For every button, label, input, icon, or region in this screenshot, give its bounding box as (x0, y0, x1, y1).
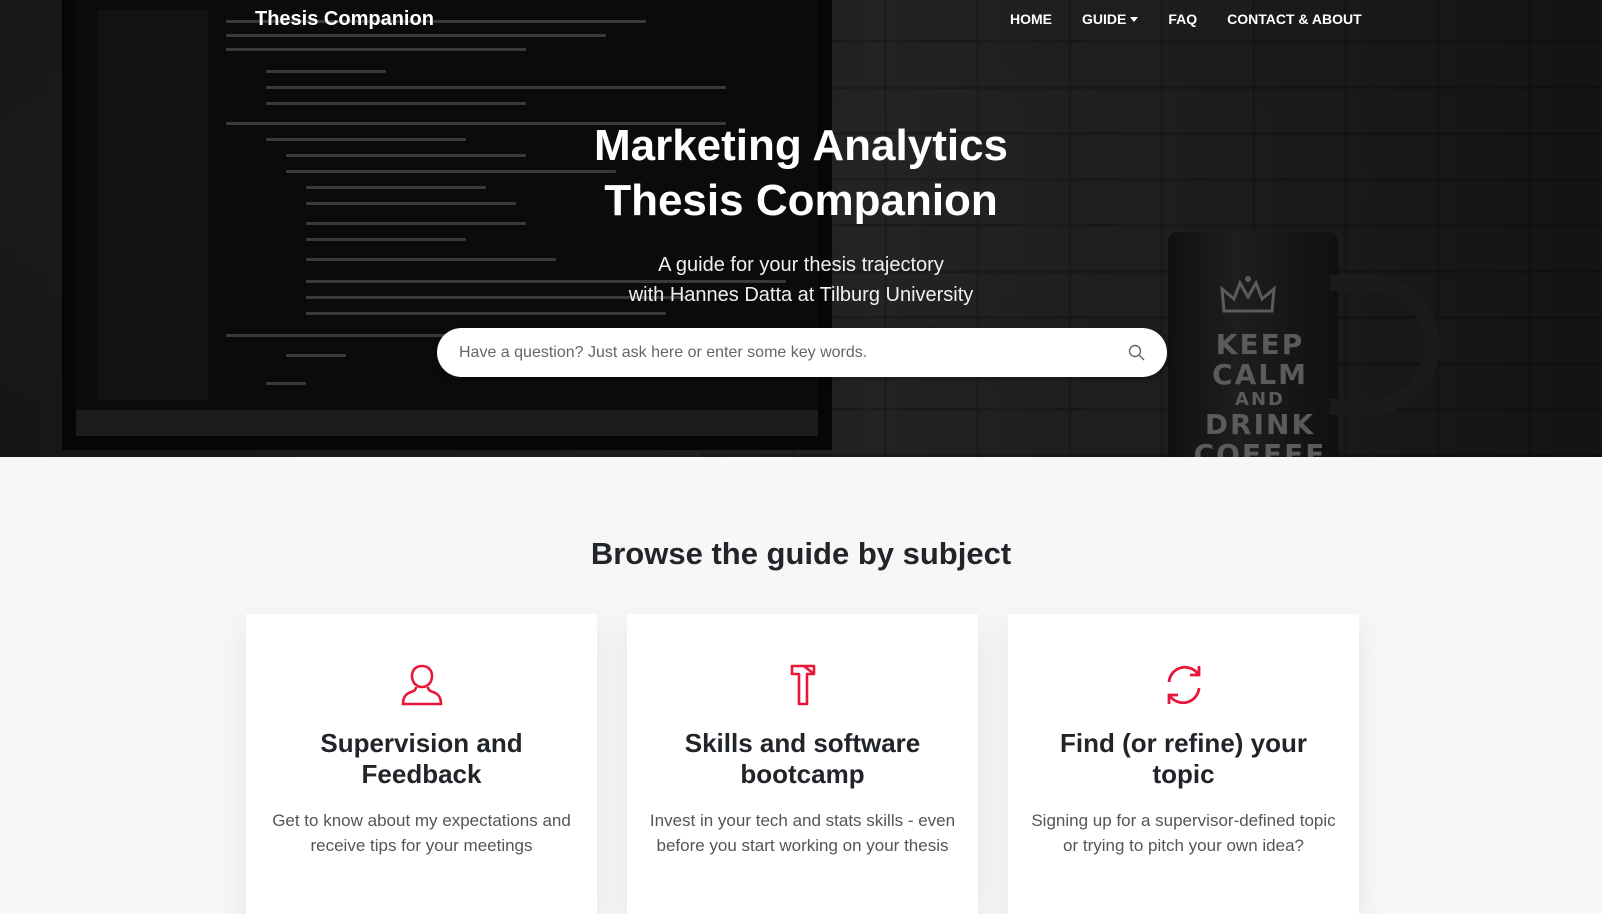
card-description: Get to know about my expectations and re… (272, 811, 571, 855)
search-bar (437, 328, 1167, 377)
caret-down-icon (1130, 16, 1139, 22)
nav-faq-link[interactable]: FAQ (1168, 11, 1197, 27)
hero-banner: KEEP CALM AND DRINK COFFEE Thesis Compan… (0, 0, 1602, 457)
hero-subtitle-line1: A guide for your thesis trajectory (658, 254, 944, 276)
card-supervision[interactable]: Supervision and Feedback Get to know abo… (246, 614, 597, 914)
card-description: Signing up for a supervisor-defined topi… (1031, 811, 1336, 855)
card-title: Find (or refine) your topic (1060, 728, 1307, 789)
nav-home-link[interactable]: HOME (1010, 11, 1052, 27)
subject-cards: Supervision and Feedback Get to know abo… (246, 614, 1359, 914)
hero-subtitle: A guide for your thesis trajectory with … (0, 250, 1602, 310)
hero-title: Marketing Analytics Thesis Companion (571, 118, 1031, 228)
hero-content: Marketing Analytics Thesis Companion A g… (0, 118, 1602, 310)
hero-title-line1: Marketing Analytics (593, 121, 1009, 170)
top-navbar: Thesis Companion HOME GUIDE FAQ CONTACT … (0, 0, 1602, 38)
hero-subtitle-line2: with Hannes Datta at Tilburg University (628, 284, 974, 306)
card-skills[interactable]: Skills and software bootcamp Invest in y… (627, 614, 978, 914)
search-input[interactable] (457, 342, 1101, 363)
card-description: Invest in your tech and stats skills - e… (649, 811, 956, 855)
search-icon[interactable] (1128, 344, 1145, 361)
hammer-icon (790, 664, 815, 706)
hero-title-line2: Thesis Companion (604, 176, 998, 225)
card-topic[interactable]: Find (or refine) your topic Signing up f… (1008, 614, 1359, 914)
card-title: Supervision and Feedback (320, 728, 523, 789)
nav-guide-dropdown[interactable]: GUIDE (1082, 11, 1139, 27)
browse-section-title: Browse the guide by subject (590, 536, 1012, 571)
refresh-icon (1167, 665, 1200, 705)
user-icon (401, 664, 442, 706)
nav-contact-link[interactable]: CONTACT & ABOUT (1227, 11, 1362, 27)
card-title: Skills and software bootcamp (684, 728, 921, 789)
brand-logo-link[interactable]: Thesis Companion (255, 8, 434, 31)
nav-guide-label: GUIDE (1082, 11, 1127, 27)
nav-links: HOME GUIDE FAQ CONTACT & ABOUT (1010, 11, 1362, 27)
